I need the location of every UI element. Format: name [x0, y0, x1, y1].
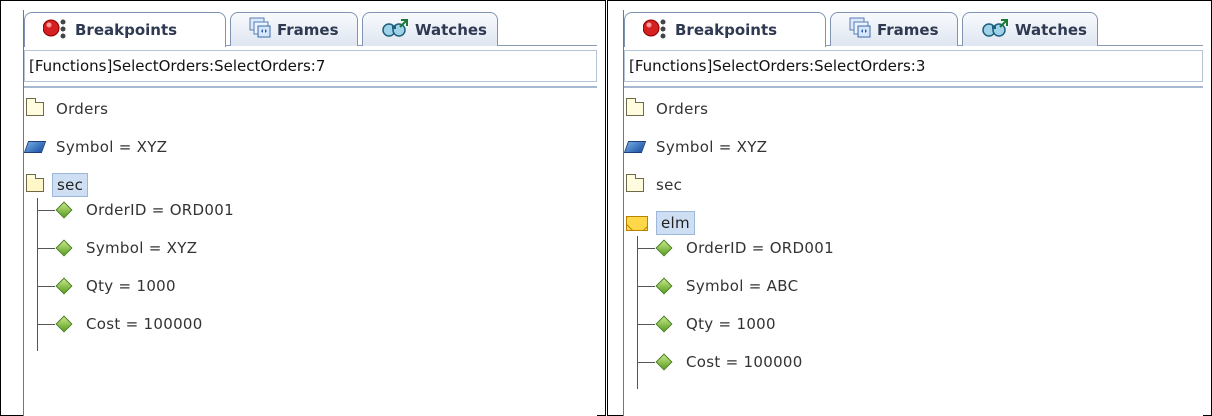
tree-leaf[interactable]: OrderID = ORD001: [82, 197, 238, 223]
tab-label: Frames: [877, 20, 939, 39]
tree-view: Orders Symbol = XYZ sec elm OrderID = OR…: [623, 86, 1203, 416]
debugger-panel-right: Breakpoints Frames Watches [Functions]Se…: [623, 10, 1203, 416]
tree-branch-line: [637, 362, 655, 363]
tab-label: Watches: [415, 20, 487, 39]
tree-branch-line: [637, 286, 655, 287]
call-path: [Functions]SelectOrders:SelectOrders:3: [624, 50, 1203, 82]
cube-icon: [23, 141, 47, 153]
tree-node[interactable]: Symbol = XYZ: [623, 134, 771, 160]
folder-icon: [626, 174, 644, 192]
call-path-text: [Functions]SelectOrders:SelectOrders:3: [629, 57, 926, 75]
tree-node[interactable]: Orders: [626, 96, 712, 122]
field-icon: [655, 277, 673, 295]
tab-breakpoints[interactable]: Breakpoints: [24, 12, 226, 47]
screenshot-root: { "tabs": ["Breakpoints", "Frames", "Wat…: [0, 0, 1212, 416]
call-path: [Functions]SelectOrders:SelectOrders:7: [24, 50, 597, 82]
tree-branch-line: [637, 248, 655, 249]
cube-icon: [623, 141, 647, 153]
tree-node[interactable]: Symbol = XYZ: [23, 134, 171, 160]
tree-node-selected[interactable]: elm: [626, 210, 695, 236]
envelope-icon: [626, 215, 648, 231]
breakpoints-icon: [642, 16, 669, 44]
watches-icon: [981, 17, 1009, 43]
field-icon: [55, 201, 73, 219]
call-path-text: [Functions]SelectOrders:SelectOrders:7: [29, 57, 326, 75]
open-folder-icon: [26, 174, 44, 192]
tree-leaf[interactable]: OrderID = ORD001: [682, 235, 838, 261]
field-icon: [55, 239, 73, 257]
pane-divider: [605, 0, 608, 416]
tree-view: Orders Symbol = XYZ sec OrderID = ORD001…: [23, 86, 597, 416]
tree-leaf[interactable]: Qty = 1000: [82, 273, 180, 299]
tree-leaf[interactable]: Qty = 1000: [682, 311, 780, 337]
field-icon: [655, 353, 673, 371]
folder-icon: [626, 98, 644, 116]
tree-branch-line: [37, 248, 55, 249]
tab-watches[interactable]: Watches: [962, 12, 1098, 46]
tree-branch-line: [637, 236, 638, 389]
breakpoints-icon: [42, 16, 69, 44]
watches-icon: [381, 17, 409, 43]
tab-watches[interactable]: Watches: [362, 12, 498, 46]
tab-frames[interactable]: Frames: [830, 12, 958, 46]
tab-bar: Breakpoints Frames Watches: [624, 10, 1203, 47]
field-icon: [55, 315, 73, 333]
tab-bar: Breakpoints Frames Watches: [24, 10, 597, 47]
field-icon: [55, 277, 73, 295]
tree-node-selected[interactable]: sec: [26, 172, 89, 198]
tree-node[interactable]: Orders: [26, 96, 112, 122]
field-icon: [655, 239, 673, 257]
folder-icon: [26, 98, 44, 116]
tree-node[interactable]: sec: [626, 172, 686, 198]
field-icon: [655, 315, 673, 333]
tab-label: Watches: [1015, 20, 1087, 39]
tab-breakpoints[interactable]: Breakpoints: [624, 12, 826, 47]
tree-leaf[interactable]: Symbol = XYZ: [82, 235, 201, 261]
tree-branch-line: [37, 198, 38, 351]
tree-leaf[interactable]: Cost = 100000: [82, 311, 207, 337]
tree-leaf[interactable]: Symbol = ABC: [682, 273, 802, 299]
tab-frames[interactable]: Frames: [230, 12, 358, 46]
debugger-panel-left: Breakpoints Frames Watches [Functions]Se…: [23, 10, 597, 416]
tab-label: Breakpoints: [675, 21, 778, 39]
frames-icon: [249, 17, 271, 43]
tree-branch-line: [637, 324, 655, 325]
tree-branch-line: [37, 210, 55, 211]
frames-icon: [849, 17, 871, 43]
tree-branch-line: [37, 286, 55, 287]
tree-leaf[interactable]: Cost = 100000: [682, 349, 807, 375]
tree-branch-line: [37, 324, 55, 325]
tab-label: Breakpoints: [75, 21, 178, 39]
tab-label: Frames: [277, 20, 339, 39]
